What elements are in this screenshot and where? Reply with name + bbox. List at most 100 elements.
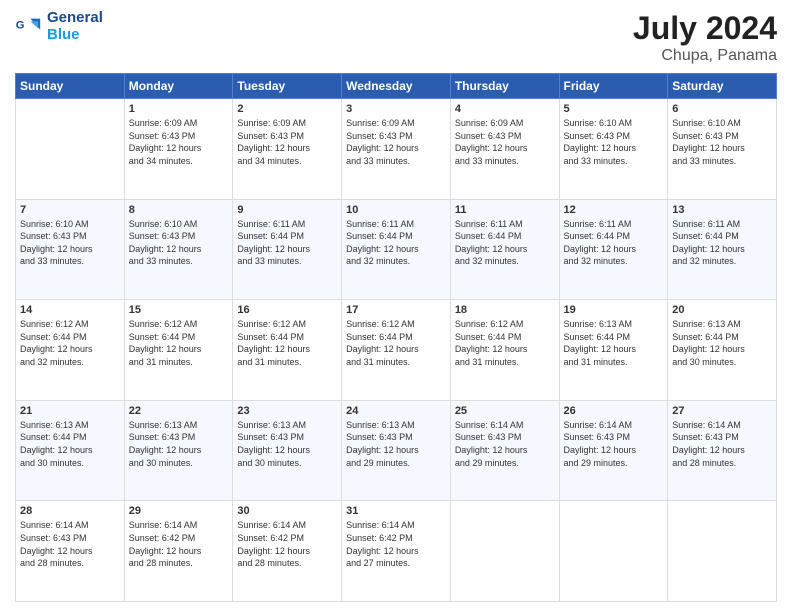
calendar-cell: 26 Sunrise: 6:14 AM Sunset: 6:43 PM Dayli…	[559, 400, 668, 501]
day-number: 25	[455, 405, 555, 417]
month-title: July 2024	[633, 10, 777, 47]
calendar-week-3: 14 Sunrise: 6:12 AM Sunset: 6:44 PM Dayli…	[16, 300, 777, 401]
calendar-cell: 19Sunrise: 6:13 AM Sunset: 6:44 PM Dayli…	[559, 300, 668, 401]
calendar-cell: 14 Sunrise: 6:12 AM Sunset: 6:44 PM Dayli…	[16, 300, 125, 401]
day-number: 9	[237, 204, 337, 216]
day-number: 29	[129, 505, 229, 517]
day-info: Sunrise: 6:10 AM Sunset: 6:43 PM Dayligh…	[20, 218, 120, 268]
calendar-cell: 22Sunrise: 6:13 AM Sunset: 6:43 PM Dayli…	[124, 400, 233, 501]
day-number: 11	[455, 204, 555, 216]
day-number: 1	[129, 103, 229, 115]
day-info: Sunrise: 6:14 AM Sunset: 6:42 PM Dayligh…	[346, 519, 446, 569]
day-info: Sunrise: 6:14 AM Sunset: 6:43 PM Dayligh…	[455, 419, 555, 469]
day-info: Sunrise: 6:11 AM Sunset: 6:44 PM Dayligh…	[564, 218, 664, 268]
calendar-cell: 23Sunrise: 6:13 AM Sunset: 6:43 PM Dayli…	[233, 400, 342, 501]
day-header-tuesday: Tuesday	[233, 74, 342, 99]
calendar-cell: 12 Sunrise: 6:11 AM Sunset: 6:44 PM Dayli…	[559, 199, 668, 300]
day-info: Sunrise: 6:11 AM Sunset: 6:44 PM Dayligh…	[455, 218, 555, 268]
calendar-cell: 11 Sunrise: 6:11 AM Sunset: 6:44 PM Dayli…	[450, 199, 559, 300]
calendar-cell: 27 Sunrise: 6:14 AM Sunset: 6:43 PM Dayli…	[668, 400, 777, 501]
day-number: 16	[237, 304, 337, 316]
day-info: Sunrise: 6:10 AM Sunset: 6:43 PM Dayligh…	[564, 117, 664, 167]
title-block: July 2024 Chupa, Panama	[633, 10, 777, 65]
day-info: Sunrise: 6:12 AM Sunset: 6:44 PM Dayligh…	[346, 318, 446, 368]
calendar-cell: 13Sunrise: 6:11 AM Sunset: 6:44 PM Dayli…	[668, 199, 777, 300]
day-number: 24	[346, 405, 446, 417]
calendar-cell: 25 Sunrise: 6:14 AM Sunset: 6:43 PM Dayli…	[450, 400, 559, 501]
logo-text: General Blue	[47, 10, 103, 43]
day-info: Sunrise: 6:14 AM Sunset: 6:43 PM Dayligh…	[20, 519, 120, 569]
calendar-week-5: 28 Sunrise: 6:14 AM Sunset: 6:43 PM Dayli…	[16, 501, 777, 602]
calendar-week-2: 7 Sunrise: 6:10 AM Sunset: 6:43 PM Daylig…	[16, 199, 777, 300]
day-info: Sunrise: 6:14 AM Sunset: 6:43 PM Dayligh…	[564, 419, 664, 469]
calendar-cell: 15 Sunrise: 6:12 AM Sunset: 6:44 PM Dayli…	[124, 300, 233, 401]
calendar-cell: 8 Sunrise: 6:10 AM Sunset: 6:43 PM Daylig…	[124, 199, 233, 300]
day-info: Sunrise: 6:09 AM Sunset: 6:43 PM Dayligh…	[455, 117, 555, 167]
day-number: 8	[129, 204, 229, 216]
day-info: Sunrise: 6:09 AM Sunset: 6:43 PM Dayligh…	[129, 117, 229, 167]
logo-icon: G	[15, 13, 43, 41]
day-info: Sunrise: 6:14 AM Sunset: 6:42 PM Dayligh…	[237, 519, 337, 569]
calendar-cell: 2 Sunrise: 6:09 AM Sunset: 6:43 PM Daylig…	[233, 99, 342, 200]
day-number: 4	[455, 103, 555, 115]
calendar-cell: 9Sunrise: 6:11 AM Sunset: 6:44 PM Daylig…	[233, 199, 342, 300]
calendar-cell: 7 Sunrise: 6:10 AM Sunset: 6:43 PM Daylig…	[16, 199, 125, 300]
day-info: Sunrise: 6:13 AM Sunset: 6:44 PM Dayligh…	[672, 318, 772, 368]
calendar-cell: 10 Sunrise: 6:11 AM Sunset: 6:44 PM Dayli…	[342, 199, 451, 300]
day-info: Sunrise: 6:13 AM Sunset: 6:44 PM Dayligh…	[20, 419, 120, 469]
calendar-cell	[668, 501, 777, 602]
day-number: 31	[346, 505, 446, 517]
day-info: Sunrise: 6:12 AM Sunset: 6:44 PM Dayligh…	[129, 318, 229, 368]
calendar-cell: 6 Sunrise: 6:10 AM Sunset: 6:43 PM Daylig…	[668, 99, 777, 200]
day-info: Sunrise: 6:11 AM Sunset: 6:44 PM Dayligh…	[346, 218, 446, 268]
day-number: 6	[672, 103, 772, 115]
day-number: 21	[20, 405, 120, 417]
day-number: 15	[129, 304, 229, 316]
day-info: Sunrise: 6:11 AM Sunset: 6:44 PM Dayligh…	[672, 218, 772, 268]
day-info: Sunrise: 6:13 AM Sunset: 6:44 PM Dayligh…	[564, 318, 664, 368]
day-info: Sunrise: 6:13 AM Sunset: 6:43 PM Dayligh…	[346, 419, 446, 469]
calendar-cell: 5Sunrise: 6:10 AM Sunset: 6:43 PM Daylig…	[559, 99, 668, 200]
calendar-cell: 24 Sunrise: 6:13 AM Sunset: 6:43 PM Dayli…	[342, 400, 451, 501]
day-header-friday: Friday	[559, 74, 668, 99]
day-info: Sunrise: 6:12 AM Sunset: 6:44 PM Dayligh…	[455, 318, 555, 368]
day-number: 2	[237, 103, 337, 115]
calendar-cell: 3 Sunrise: 6:09 AM Sunset: 6:43 PM Daylig…	[342, 99, 451, 200]
day-number: 18	[455, 304, 555, 316]
calendar-table: SundayMondayTuesdayWednesdayThursdayFrid…	[15, 73, 777, 602]
day-info: Sunrise: 6:14 AM Sunset: 6:42 PM Dayligh…	[129, 519, 229, 569]
day-number: 3	[346, 103, 446, 115]
day-header-wednesday: Wednesday	[342, 74, 451, 99]
day-number: 30	[237, 505, 337, 517]
day-number: 12	[564, 204, 664, 216]
day-number: 27	[672, 405, 772, 417]
calendar-cell: 28 Sunrise: 6:14 AM Sunset: 6:43 PM Dayli…	[16, 501, 125, 602]
location: Chupa, Panama	[633, 47, 777, 65]
day-header-saturday: Saturday	[668, 74, 777, 99]
calendar-cell	[559, 501, 668, 602]
svg-text:G: G	[16, 19, 25, 31]
day-info: Sunrise: 6:09 AM Sunset: 6:43 PM Dayligh…	[237, 117, 337, 167]
calendar-cell	[16, 99, 125, 200]
day-header-thursday: Thursday	[450, 74, 559, 99]
day-number: 22	[129, 405, 229, 417]
calendar-cell: 20Sunrise: 6:13 AM Sunset: 6:44 PM Dayli…	[668, 300, 777, 401]
day-header-monday: Monday	[124, 74, 233, 99]
day-info: Sunrise: 6:10 AM Sunset: 6:43 PM Dayligh…	[129, 218, 229, 268]
day-info: Sunrise: 6:10 AM Sunset: 6:43 PM Dayligh…	[672, 117, 772, 167]
calendar-week-1: 1 Sunrise: 6:09 AM Sunset: 6:43 PM Daylig…	[16, 99, 777, 200]
calendar-cell: 4 Sunrise: 6:09 AM Sunset: 6:43 PM Daylig…	[450, 99, 559, 200]
day-number: 10	[346, 204, 446, 216]
day-number: 14	[20, 304, 120, 316]
calendar-week-4: 21 Sunrise: 6:13 AM Sunset: 6:44 PM Dayli…	[16, 400, 777, 501]
day-info: Sunrise: 6:14 AM Sunset: 6:43 PM Dayligh…	[672, 419, 772, 469]
calendar-cell: 16Sunrise: 6:12 AM Sunset: 6:44 PM Dayli…	[233, 300, 342, 401]
page-header: G General Blue July 2024 Chupa, Panama	[15, 10, 777, 65]
day-number: 28	[20, 505, 120, 517]
day-number: 7	[20, 204, 120, 216]
day-info: Sunrise: 6:12 AM Sunset: 6:44 PM Dayligh…	[20, 318, 120, 368]
day-number: 26	[564, 405, 664, 417]
day-number: 23	[237, 405, 337, 417]
calendar-cell: 30 Sunrise: 6:14 AM Sunset: 6:42 PM Dayli…	[233, 501, 342, 602]
day-info: Sunrise: 6:09 AM Sunset: 6:43 PM Dayligh…	[346, 117, 446, 167]
